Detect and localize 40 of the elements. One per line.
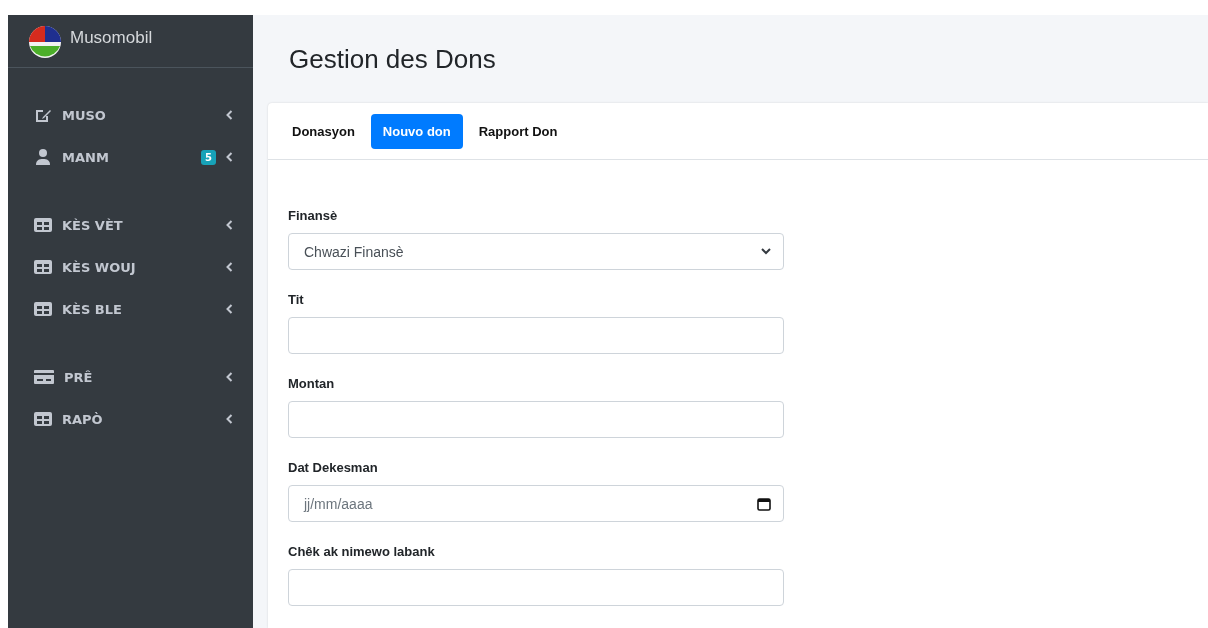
chevron-left-icon bbox=[226, 152, 233, 162]
field-label: Montan bbox=[288, 376, 336, 391]
field-label: Tit bbox=[288, 292, 305, 307]
sidebar-item[interactable]: RAPÒ bbox=[8, 398, 253, 440]
sidebar-item[interactable]: PRÊ bbox=[8, 356, 253, 398]
table-icon bbox=[34, 411, 52, 427]
page-title: Gestion des Dons bbox=[288, 42, 497, 76]
tab[interactable]: Rapport Don bbox=[466, 113, 570, 149]
sidebar-item[interactable]: KÈS BLE bbox=[8, 288, 253, 330]
chevron-left-icon bbox=[226, 262, 233, 272]
field-label: Chêk ak nimewo labank bbox=[288, 544, 436, 559]
sidebar-item[interactable]: MUSO bbox=[8, 94, 253, 136]
select-field[interactable]: Chwazi Finansè bbox=[288, 233, 784, 270]
field-label: Finansè bbox=[288, 208, 339, 223]
sidebar-item[interactable]: MANM 5 bbox=[8, 136, 253, 178]
table-icon bbox=[34, 259, 52, 275]
user-icon bbox=[34, 149, 52, 165]
count-badge: 5 bbox=[201, 149, 216, 165]
table-icon bbox=[34, 301, 52, 317]
input-field[interactable] bbox=[288, 569, 784, 606]
tab[interactable]: Nouvo don bbox=[370, 113, 463, 149]
chevron-left-icon bbox=[226, 220, 233, 230]
calendar-icon bbox=[757, 496, 771, 511]
card-icon bbox=[34, 369, 54, 385]
chevron-down-icon bbox=[761, 248, 771, 255]
tab[interactable]: Donasyon bbox=[280, 113, 367, 149]
sidebar-item[interactable]: KÈS WOUJ bbox=[8, 246, 253, 288]
input-field[interactable] bbox=[288, 317, 784, 354]
chevron-left-icon bbox=[226, 110, 233, 120]
date-field[interactable]: jj/mm/aaaa bbox=[288, 485, 784, 522]
chevron-left-icon bbox=[226, 304, 233, 314]
sidebar-item[interactable]: KÈS VÈT bbox=[8, 204, 253, 246]
input-field[interactable] bbox=[288, 401, 784, 438]
logo-icon bbox=[28, 25, 62, 59]
edit-icon bbox=[34, 107, 52, 123]
field-label: Dat Dekesman bbox=[288, 460, 379, 475]
brand-name: Musomobil bbox=[70, 28, 153, 48]
chevron-left-icon bbox=[226, 372, 233, 382]
chevron-left-icon bbox=[226, 414, 233, 424]
table-icon bbox=[34, 217, 52, 233]
